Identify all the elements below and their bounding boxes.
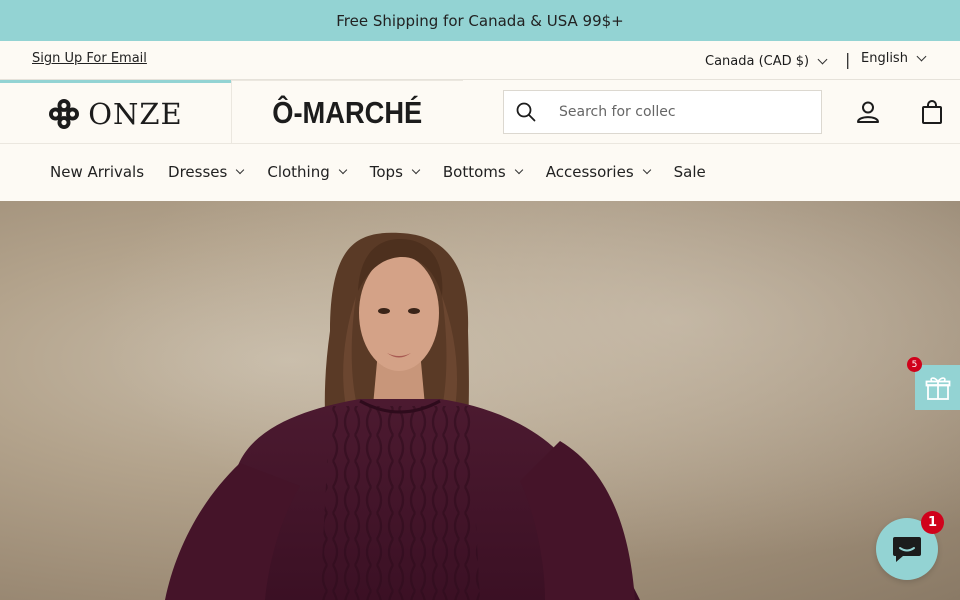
hero-image	[0, 201, 960, 600]
nav-item-label: Sale	[673, 163, 706, 181]
currency-label: Canada (CAD $)	[705, 54, 810, 69]
store-tab-o-marche[interactable]: Ô-MARCHÉ	[231, 80, 463, 144]
nav-item-bottoms[interactable]: Bottoms	[442, 163, 523, 181]
announcement-bar: Free Shipping for Canada & USA 99$+	[0, 0, 960, 41]
nav-item-label: New Arrivals	[50, 163, 145, 181]
search-bar[interactable]	[503, 90, 822, 134]
chat-icon	[893, 537, 921, 562]
account-icon[interactable]	[856, 100, 880, 124]
announcement-text: Free Shipping for Canada & USA 99$+	[336, 11, 624, 30]
rewards-gift-button[interactable]	[915, 365, 960, 410]
utility-bar: Sign Up For Email Canada (CAD $) | Engli…	[0, 41, 960, 80]
gift-badge: 5	[907, 357, 922, 372]
language-selector[interactable]: English	[861, 51, 927, 66]
chevron-down-icon	[916, 51, 927, 62]
nav-item-label: Tops	[369, 163, 403, 181]
currency-selector[interactable]: Canada (CAD $)	[705, 54, 828, 69]
store-tab-onze[interactable]: ONZE	[0, 80, 231, 144]
onze-logo-text: ONZE	[88, 96, 183, 131]
nav-item-new-arrivals[interactable]: New Arrivals	[50, 163, 144, 181]
site-header: ONZE Ô-MARCHÉ	[0, 80, 960, 144]
chevron-down-icon	[514, 165, 523, 175]
main-nav: New Arrivals Dresses Clothing Tops Botto…	[0, 144, 960, 201]
nav-item-label: Bottoms	[442, 163, 506, 181]
nav-item-clothing[interactable]: Clothing	[267, 163, 347, 181]
nav-item-label: Dresses	[168, 163, 228, 181]
onze-logo: ONZE	[48, 97, 182, 131]
divider: |	[845, 50, 851, 69]
search-input[interactable]	[559, 104, 799, 120]
nav-item-accessories[interactable]: Accessories	[545, 163, 651, 181]
o-marche-logo: Ô-MARCHÉ	[272, 94, 423, 130]
cart-icon[interactable]	[920, 99, 944, 125]
clover-logo-icon	[49, 98, 80, 129]
chevron-down-icon	[338, 165, 347, 175]
nav-item-label: Accessories	[545, 163, 634, 181]
hero-banner[interactable]	[0, 201, 960, 600]
chevron-down-icon	[236, 165, 245, 175]
language-label: English	[861, 51, 908, 66]
nav-item-sale[interactable]: Sale	[674, 163, 706, 181]
chat-badge: 1	[921, 511, 944, 534]
gift-icon	[925, 376, 950, 400]
chevron-down-icon	[411, 165, 421, 175]
signup-link[interactable]: Sign Up For Email	[32, 51, 147, 66]
nav-item-tops[interactable]: Tops	[369, 163, 421, 181]
search-icon[interactable]	[516, 102, 536, 122]
nav-item-dresses[interactable]: Dresses	[168, 163, 245, 181]
nav-item-label: Clothing	[267, 163, 330, 181]
chevron-down-icon	[817, 54, 828, 65]
chevron-down-icon	[642, 165, 651, 175]
